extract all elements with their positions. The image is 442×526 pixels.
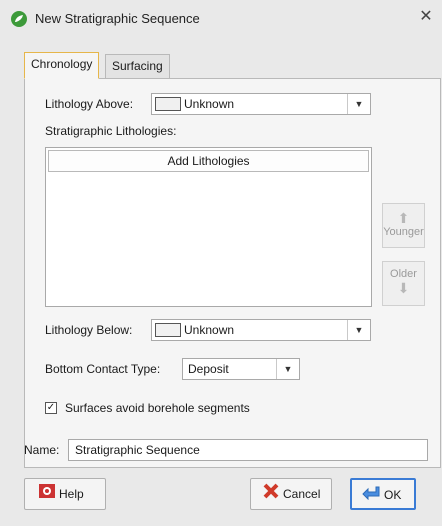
bottom-contact-select[interactable]: Deposit ▼ [182,358,300,380]
chevron-down-icon: ▼ [347,320,370,340]
stratigraphic-lithologies-label: Stratigraphic Lithologies: [45,124,177,138]
lithology-below-swatch [155,323,181,337]
lithology-below-select[interactable]: Unknown ▼ [151,319,371,341]
younger-label: Younger [383,226,424,238]
stratigraphic-lithologies-list[interactable]: Add Lithologies [45,147,372,307]
older-button[interactable]: Older ⬇ [382,261,425,306]
lithology-below-label: Lithology Below: [45,323,133,337]
close-icon[interactable]: ✕ [416,7,436,27]
name-label: Name: [24,443,60,457]
cancel-button[interactable]: Cancel [250,478,332,510]
title-bar: New Stratigraphic Sequence ✕ [0,0,442,38]
tab-surfacing[interactable]: Surfacing [105,54,170,78]
ok-arrow-icon [362,481,380,511]
cancel-label: Cancel [283,487,321,501]
window-title: New Stratigraphic Sequence [35,11,200,26]
chevron-down-icon: ▼ [347,94,370,114]
tab-chronology[interactable]: Chronology [24,52,100,79]
dialog-body: Chronology Surfacing Lithology Above: Un… [12,38,441,526]
add-lithologies-button[interactable]: Add Lithologies [48,150,369,172]
lithology-below-value: Unknown [184,323,235,337]
older-label: Older [390,268,417,280]
surfaces-avoid-checkbox[interactable]: ✓ [45,402,57,414]
ok-button[interactable]: OK [350,478,416,510]
help-lifebuoy-icon [39,480,55,510]
name-field[interactable]: Stratigraphic Sequence [68,439,428,461]
help-label: Help [59,487,84,501]
bottom-contact-label: Bottom Contact Type: [45,362,161,376]
surfaces-avoid-label: Surfaces avoid borehole segments [65,401,250,415]
arrow-up-icon: ⬆ [397,210,410,226]
lithology-above-select[interactable]: Unknown ▼ [151,93,371,115]
chevron-down-icon: ▼ [276,359,299,379]
cancel-x-icon [263,480,279,510]
chronology-panel: Lithology Above: Unknown ▼ Stratigraphic… [24,78,441,468]
younger-button[interactable]: ⬆ Younger [382,203,425,248]
lithology-above-swatch [155,97,181,111]
lithology-above-label: Lithology Above: [45,97,134,111]
bottom-contact-value: Deposit [188,362,229,376]
leapfrog-app-icon [11,11,27,27]
arrow-down-icon: ⬇ [397,280,410,296]
ok-label: OK [384,488,402,502]
lithology-above-value: Unknown [184,97,235,111]
help-button[interactable]: Help [24,478,106,510]
